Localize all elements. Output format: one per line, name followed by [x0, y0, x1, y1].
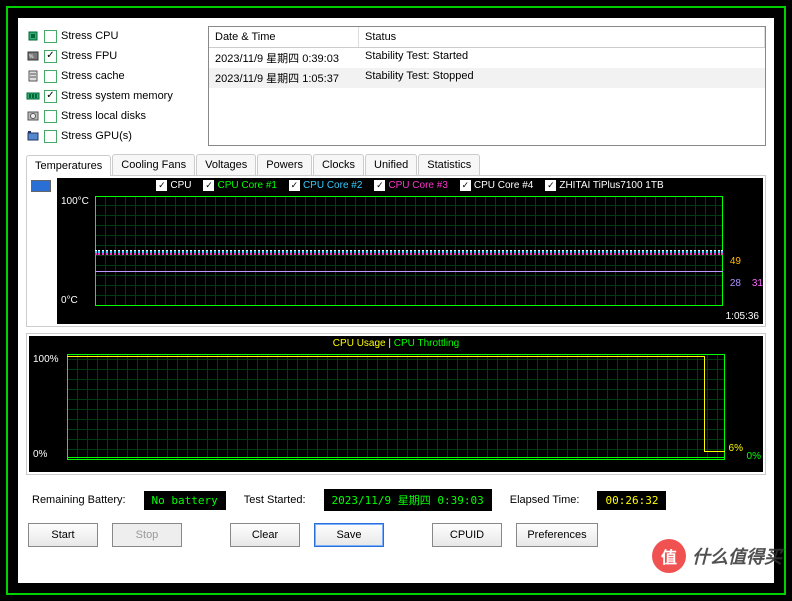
legend-checkbox[interactable]: [374, 180, 385, 191]
save-button[interactable]: Save: [314, 523, 384, 547]
stress-options: Stress CPU% Stress FPU Stress cache Stre…: [26, 26, 198, 146]
cpu-icon: [26, 29, 40, 43]
legend-item[interactable]: ZHITAI TiPlus7100 1TB: [545, 180, 663, 191]
clear-button[interactable]: Clear: [230, 523, 300, 547]
stress-checkbox-2[interactable]: [44, 70, 57, 83]
watermark-text: 什么值得买: [692, 543, 782, 569]
throttling-end-value: 0%: [747, 451, 761, 462]
watermark-icon: 值: [652, 539, 686, 573]
log-cell-dt: 2023/11/9 星期四 1:05:37: [209, 68, 359, 88]
stress-checkbox-0[interactable]: [44, 30, 57, 43]
temp-value-label: 49: [730, 256, 741, 267]
legend-item[interactable]: CPU Core #3: [374, 180, 447, 191]
sensor-list[interactable]: [29, 178, 57, 324]
usage-end-value: 6%: [729, 443, 743, 454]
temperature-panel: CPU CPU Core #1 CPU Core #2 CPU Core #3 CPU …: [26, 175, 766, 327]
stress-checkbox-4[interactable]: [44, 110, 57, 123]
legend-checkbox[interactable]: [460, 180, 471, 191]
legend-checkbox[interactable]: [156, 180, 167, 191]
battery-value: No battery: [144, 491, 226, 510]
temp-value-label: 31: [752, 278, 763, 289]
sensor-selected[interactable]: [31, 180, 51, 192]
gpu-icon: [26, 129, 40, 143]
tab-strip: TemperaturesCooling FansVoltagesPowersCl…: [26, 154, 766, 175]
tab-powers[interactable]: Powers: [257, 154, 312, 175]
disk-icon: [26, 109, 40, 123]
content-panel: Stress CPU% Stress FPU Stress cache Stre…: [18, 18, 774, 583]
legend-label: CPU: [170, 180, 191, 191]
log-header-status[interactable]: Status: [359, 27, 765, 47]
stress-checkbox-3[interactable]: [44, 90, 57, 103]
stress-label-4: Stress local disks: [61, 110, 146, 122]
legend-label: CPU Core #2: [303, 180, 362, 191]
cpuid-button[interactable]: CPUID: [432, 523, 502, 547]
usage-title-a: CPU Usage: [333, 338, 386, 349]
stress-checkbox-1[interactable]: [44, 50, 57, 63]
legend-item[interactable]: CPU: [156, 180, 191, 191]
usage-panel: CPU Usage | CPU Throttling 100% 0% 6% 0%: [26, 333, 766, 475]
tab-clocks[interactable]: Clocks: [313, 154, 364, 175]
tab-unified[interactable]: Unified: [365, 154, 417, 175]
legend-item[interactable]: CPU Core #2: [289, 180, 362, 191]
legend-label: CPU Core #4: [474, 180, 533, 191]
stress-label-3: Stress system memory: [61, 90, 173, 102]
log-cell-dt: 2023/11/9 星期四 0:39:03: [209, 48, 359, 68]
usage-title-b: CPU Throttling: [394, 338, 459, 349]
legend-item[interactable]: CPU Core #4: [460, 180, 533, 191]
cache-icon: [26, 69, 40, 83]
started-value: 2023/11/9 星期四 0:39:03: [324, 489, 492, 511]
legend-label: CPU Core #3: [388, 180, 447, 191]
log-row[interactable]: 2023/11/9 星期四 1:05:37Stability Test: Sto…: [209, 68, 765, 88]
status-bar: Remaining Battery: No battery Test Start…: [18, 483, 774, 517]
app-window: Stress CPU% Stress FPU Stress cache Stre…: [6, 6, 786, 595]
temp-xlabel-end: 1:05:36: [726, 311, 759, 322]
usage-title-sep: |: [388, 338, 391, 349]
log-cell-status: Stability Test: Stopped: [359, 68, 765, 88]
start-button[interactable]: Start: [28, 523, 98, 547]
temp-ylabel-min: 0°C: [61, 295, 78, 306]
tab-voltages[interactable]: Voltages: [196, 154, 256, 175]
elapsed-label: Elapsed Time:: [510, 494, 580, 506]
tab-statistics[interactable]: Statistics: [418, 154, 480, 175]
fpu-icon: %: [26, 49, 40, 63]
usage-chart[interactable]: CPU Usage | CPU Throttling 100% 0% 6% 0%: [29, 336, 763, 472]
stop-button: Stop: [112, 523, 182, 547]
stress-label-0: Stress CPU: [61, 30, 118, 42]
stress-checkbox-5[interactable]: [44, 130, 57, 143]
log-row[interactable]: 2023/11/9 星期四 0:39:03Stability Test: Sta…: [209, 48, 765, 68]
tab-temperatures[interactable]: Temperatures: [26, 155, 111, 176]
stress-label-2: Stress cache: [61, 70, 125, 82]
svg-text:%: %: [29, 54, 34, 60]
ram-icon: [26, 89, 40, 103]
temperature-chart[interactable]: CPU CPU Core #1 CPU Core #2 CPU Core #3 CPU …: [57, 178, 763, 324]
usage-title: CPU Usage | CPU Throttling: [29, 338, 763, 349]
elapsed-value: 00:26:32: [597, 491, 666, 510]
legend-item[interactable]: CPU Core #1: [203, 180, 276, 191]
usage-ylabel-min: 0%: [33, 449, 47, 460]
legend-checkbox[interactable]: [203, 180, 214, 191]
stress-label-1: Stress FPU: [61, 50, 117, 62]
started-label: Test Started:: [244, 494, 306, 506]
legend-label: ZHITAI TiPlus7100 1TB: [559, 180, 663, 191]
battery-label: Remaining Battery:: [32, 494, 126, 506]
temperature-legend: CPU CPU Core #1 CPU Core #2 CPU Core #3 CPU …: [57, 180, 763, 191]
legend-checkbox[interactable]: [289, 180, 300, 191]
stress-label-5: Stress GPU(s): [61, 130, 132, 142]
watermark: 值 什么值得买: [652, 539, 782, 573]
legend-label: CPU Core #1: [217, 180, 276, 191]
temp-ylabel-max: 100°C: [61, 196, 89, 207]
log-cell-status: Stability Test: Started: [359, 48, 765, 68]
event-log: Date & Time Status 2023/11/9 星期四 0:39:03…: [208, 26, 766, 146]
temp-value-label: 28: [730, 278, 741, 289]
preferences-button[interactable]: Preferences: [516, 523, 598, 547]
legend-checkbox[interactable]: [545, 180, 556, 191]
tab-cooling-fans[interactable]: Cooling Fans: [112, 154, 195, 175]
log-header-datetime[interactable]: Date & Time: [209, 27, 359, 47]
usage-ylabel-max: 100%: [33, 354, 59, 365]
